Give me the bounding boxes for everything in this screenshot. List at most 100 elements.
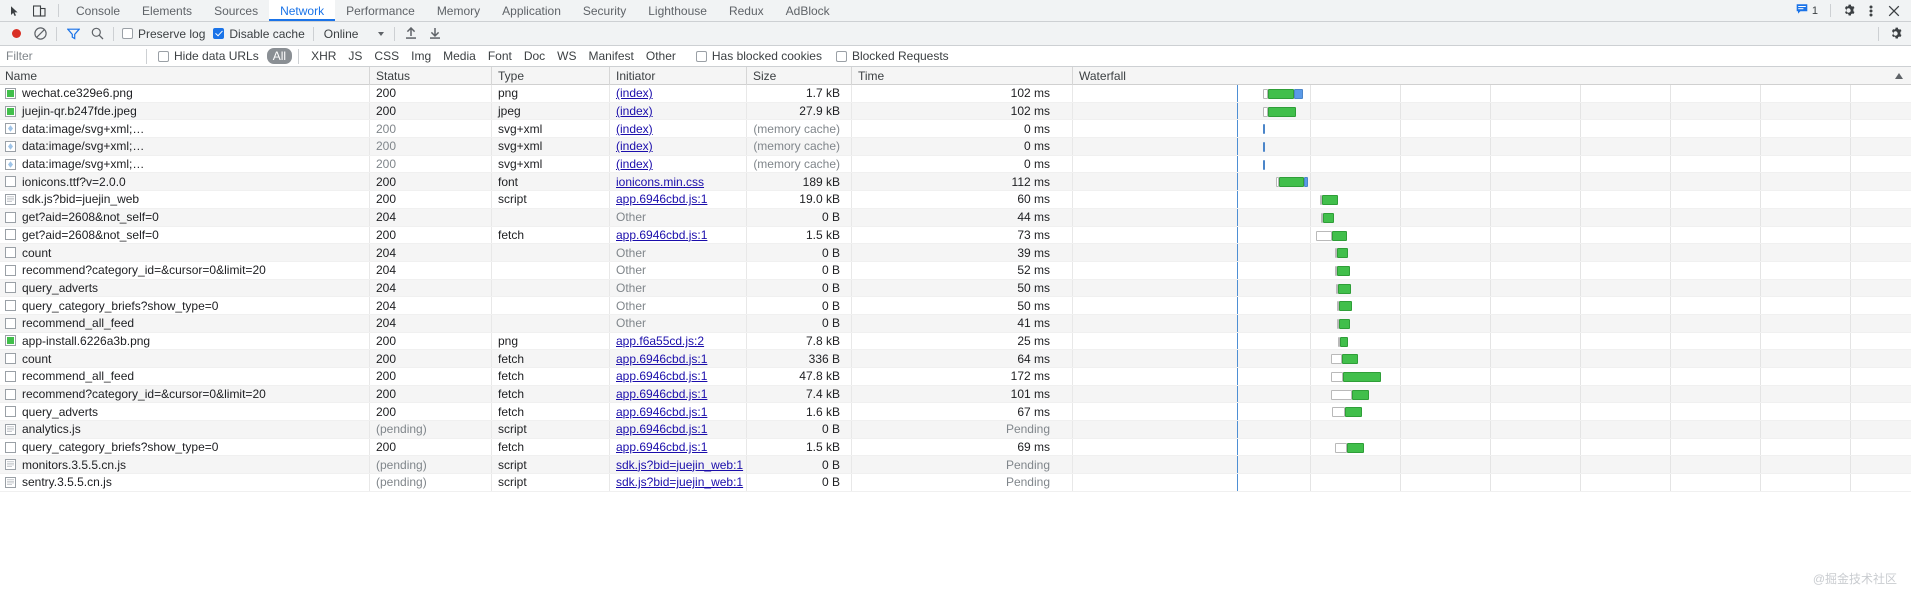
tab-console[interactable]: Console <box>65 0 131 21</box>
table-row[interactable]: recommend?category_id=&cursor=0&limit=20… <box>0 261 1911 280</box>
cell-name[interactable]: analytics.js <box>0 421 370 438</box>
cell-initiator[interactable]: app.6946cbd.js:1 <box>610 191 747 208</box>
type-filter-all[interactable]: All <box>266 48 293 64</box>
cell-name[interactable]: data:image/svg+xml;… <box>0 120 370 138</box>
more-options-icon[interactable] <box>1860 1 1882 20</box>
cell-initiator[interactable]: (index) <box>610 120 747 138</box>
preserve-log-checkbox[interactable]: Preserve log <box>118 27 209 41</box>
cell-name[interactable]: wechat.ce329e6.png <box>0 85 370 102</box>
cell-initiator[interactable]: app.f6a55cd.js:2 <box>610 332 747 350</box>
initiator-label[interactable]: app.6946cbd.js:1 <box>616 422 707 436</box>
type-filter-img[interactable]: Img <box>405 48 437 64</box>
cell-name[interactable]: monitors.3.5.5.cn.js <box>0 456 370 474</box>
cell-name[interactable]: recommend_all_feed <box>0 314 370 332</box>
type-filter-media[interactable]: Media <box>437 48 482 64</box>
cell-initiator[interactable]: app.6946cbd.js:1 <box>610 226 747 244</box>
type-filter-font[interactable]: Font <box>482 48 518 64</box>
inspect-icon[interactable] <box>4 1 26 20</box>
cell-initiator[interactable]: app.6946cbd.js:1 <box>610 350 747 367</box>
table-row[interactable]: recommend_all_feed 200 fetch app.6946cbd.js… <box>0 368 1911 386</box>
initiator-label[interactable]: ionicons.min.css <box>616 175 704 189</box>
cell-initiator[interactable]: app.6946cbd.js:1 <box>610 438 747 456</box>
initiator-label[interactable]: (index) <box>616 139 653 153</box>
tab-adblock[interactable]: AdBlock <box>775 0 841 21</box>
table-row[interactable]: count 200 fetch app.6946cbd.js:1 336 B 64 ms <box>0 350 1911 368</box>
table-row[interactable]: sentry.3.5.5.cn.js (pending) script sdk.js?… <box>0 474 1911 492</box>
tab-lighthouse[interactable]: Lighthouse <box>637 0 718 21</box>
table-row[interactable]: data:image/svg+xml;… 200 svg+xml (index) (me… <box>0 155 1911 174</box>
initiator-label[interactable]: app.6946cbd.js:1 <box>616 369 707 383</box>
initiator-label[interactable]: (index) <box>616 86 653 100</box>
cell-name[interactable]: query_adverts <box>0 279 370 297</box>
cell-name[interactable]: sentry.3.5.5.cn.js <box>0 474 370 491</box>
initiator-label[interactable]: app.6946cbd.js:1 <box>616 387 707 401</box>
hide-data-urls-checkbox[interactable]: Hide data URLs <box>158 49 259 63</box>
cell-initiator[interactable]: (index) <box>610 155 747 173</box>
disable-cache-checkbox[interactable]: Disable cache <box>209 27 308 41</box>
tab-performance[interactable]: Performance <box>335 0 426 21</box>
tab-security[interactable]: Security <box>572 0 637 21</box>
table-row[interactable]: juejin-qr.b247fde.jpeg 200 jpeg (index) 27.9… <box>0 102 1911 121</box>
cell-initiator[interactable]: sdk.js?bid=juejin_web:1 <box>610 456 747 474</box>
cell-initiator[interactable]: ionicons.min.css <box>610 173 747 191</box>
tab-application[interactable]: Application <box>491 0 572 21</box>
table-row[interactable]: app-install.6226a3b.png 200 png app.f6a55cd… <box>0 332 1911 351</box>
close-icon[interactable] <box>1883 1 1905 20</box>
initiator-label[interactable]: (index) <box>616 104 653 118</box>
cell-initiator[interactable]: sdk.js?bid=juejin_web:1 <box>610 474 747 491</box>
table-row[interactable]: query_category_briefs?show_type=0 204 Othe… <box>0 297 1911 315</box>
column-header-size[interactable]: Size <box>747 67 852 85</box>
cell-name[interactable]: get?aid=2608&not_self=0 <box>0 208 370 226</box>
table-row[interactable]: get?aid=2608&not_self=0 204 Other 0 B 44 ms <box>0 208 1911 227</box>
cell-name[interactable]: ionicons.ttf?v=2.0.0 <box>0 173 370 191</box>
network-settings-gear-icon[interactable] <box>1883 24 1907 44</box>
initiator-label[interactable]: (index) <box>616 157 653 171</box>
has-blocked-cookies-checkbox[interactable]: Has blocked cookies <box>695 49 822 63</box>
record-button[interactable] <box>4 24 28 44</box>
initiator-label[interactable]: app.6946cbd.js:1 <box>616 352 707 366</box>
cell-name[interactable]: count <box>0 350 370 367</box>
column-header-name[interactable]: Name <box>0 67 370 85</box>
cell-initiator[interactable]: (index) <box>610 85 747 102</box>
cell-name[interactable]: count <box>0 244 370 261</box>
table-row[interactable]: count 204 Other 0 B 39 ms <box>0 244 1911 262</box>
type-filter-css[interactable]: CSS <box>368 48 405 64</box>
cell-name[interactable]: query_adverts <box>0 403 370 421</box>
search-icon[interactable] <box>85 24 109 44</box>
settings-gear-icon[interactable] <box>1837 1 1859 20</box>
column-header-time[interactable]: Time <box>852 67 1073 85</box>
initiator-label[interactable]: app.6946cbd.js:1 <box>616 228 707 242</box>
filter-input[interactable]: Filter <box>0 49 138 63</box>
tab-memory[interactable]: Memory <box>426 0 491 21</box>
table-row[interactable]: query_adverts 204 Other 0 B 50 ms <box>0 279 1911 298</box>
initiator-label[interactable]: app.6946cbd.js:1 <box>616 192 707 206</box>
column-header-type[interactable]: Type <box>492 67 610 85</box>
table-row[interactable]: data:image/svg+xml;… 200 svg+xml (index) (me… <box>0 120 1911 139</box>
type-filter-manifest[interactable]: Manifest <box>583 48 640 64</box>
tab-sources[interactable]: Sources <box>203 0 269 21</box>
cell-initiator[interactable]: (index) <box>610 102 747 120</box>
type-filter-js[interactable]: JS <box>342 48 368 64</box>
import-har-icon[interactable] <box>399 24 423 44</box>
type-filter-ws[interactable]: WS <box>551 48 582 64</box>
table-row[interactable]: ionicons.ttf?v=2.0.0 200 font ionicons.min.… <box>0 173 1911 192</box>
cell-name[interactable]: data:image/svg+xml;… <box>0 138 370 155</box>
type-filter-doc[interactable]: Doc <box>518 48 551 64</box>
cell-name[interactable]: recommend?category_id=&cursor=0&limit=20 <box>0 261 370 279</box>
initiator-label[interactable]: app.6946cbd.js:1 <box>616 405 707 419</box>
table-row[interactable]: sdk.js?bid=juejin_web 200 script app.6946cb… <box>0 191 1911 209</box>
table-row[interactable]: query_category_briefs?show_type=0 200 fetc… <box>0 438 1911 457</box>
cell-name[interactable]: app-install.6226a3b.png <box>0 332 370 350</box>
export-har-icon[interactable] <box>423 24 447 44</box>
table-row[interactable]: wechat.ce329e6.png 200 png (index) 1.7 kB 102… <box>0 85 1911 103</box>
initiator-label[interactable]: app.6946cbd.js:1 <box>616 440 707 454</box>
table-row[interactable]: monitors.3.5.5.cn.js (pending) script sdk.j… <box>0 456 1911 475</box>
type-filter-other[interactable]: Other <box>640 48 682 64</box>
tab-elements[interactable]: Elements <box>131 0 203 21</box>
cell-name[interactable]: sdk.js?bid=juejin_web <box>0 191 370 208</box>
filter-icon[interactable] <box>61 24 85 44</box>
cell-initiator[interactable]: (index) <box>610 138 747 155</box>
cell-initiator[interactable]: app.6946cbd.js:1 <box>610 385 747 403</box>
initiator-label[interactable]: app.f6a55cd.js:2 <box>616 334 704 348</box>
initiator-label[interactable]: sdk.js?bid=juejin_web:1 <box>616 475 743 489</box>
